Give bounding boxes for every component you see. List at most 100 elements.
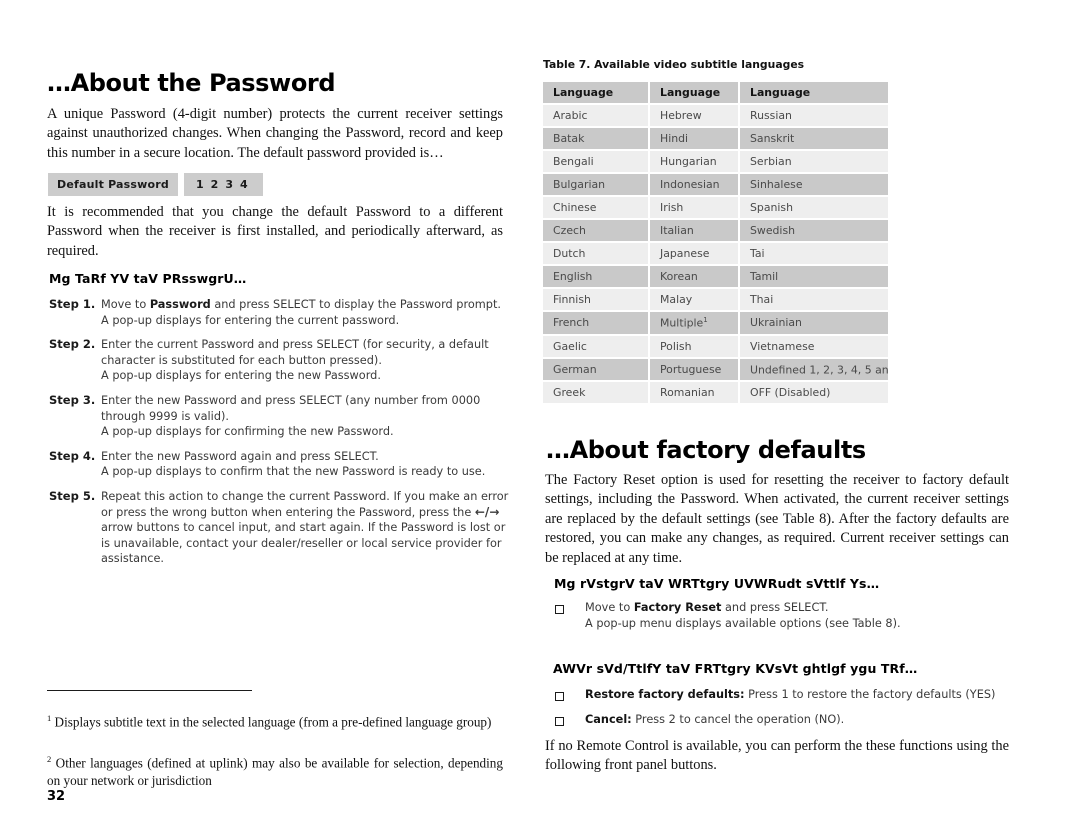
option-cancel-text: Cancel: Press 2 to cancel the operation … bbox=[585, 712, 1005, 731]
cell-language: Indonesian bbox=[650, 174, 738, 195]
step-5-label: Step 5. bbox=[49, 488, 96, 503]
option-restore-text: Restore factory defaults: Press 1 to res… bbox=[585, 687, 1005, 706]
step-2: Step 2. Enter the current Password and p… bbox=[49, 337, 509, 384]
table-row: Dutch Japanese Tai bbox=[543, 243, 888, 264]
cell-language-undefined: Undefined 1, 2, 3, 4, 5 and 62 bbox=[740, 358, 888, 381]
step-2-text: Enter the current Password and press SEL… bbox=[101, 338, 489, 367]
step-4-label: Step 4. bbox=[49, 448, 96, 463]
cell-language: Swedish bbox=[740, 220, 888, 241]
cell-language: Japanese bbox=[650, 243, 738, 264]
cell-language: Polish bbox=[650, 335, 738, 357]
language-table: Language Language Language Arabic Hebrew… bbox=[541, 80, 890, 405]
option-cancel: Cancel: Press 2 to cancel the operation … bbox=[555, 712, 1005, 731]
cell-language: Tamil bbox=[740, 266, 888, 287]
option-cancel-label: Cancel: bbox=[585, 713, 632, 726]
default-password-box: Default Password 1 2 3 4 bbox=[48, 173, 264, 196]
table-row: Greek Romanian OFF (Disabled) bbox=[543, 382, 888, 404]
page-number: 32 bbox=[47, 789, 66, 804]
cell-language: Vietnamese bbox=[740, 335, 888, 357]
cell-language: Gaelic bbox=[543, 335, 648, 357]
footnote-separator bbox=[47, 690, 252, 691]
cell-language: Hindi bbox=[650, 128, 738, 149]
cell-language: English bbox=[543, 266, 648, 287]
change-password-procedure-heading: Mg TaRf YV taV PRsswgrU… bbox=[49, 271, 247, 286]
column-header-language-3: Language bbox=[740, 82, 888, 103]
step-1: Step 1. Move to Password and press SELEC… bbox=[49, 297, 509, 328]
cell-language-multiple: Multiple1 bbox=[650, 312, 738, 334]
step-1-text-bold: Password bbox=[149, 298, 211, 311]
table-row: German Portuguese Undefined 1, 2, 3, 4, … bbox=[543, 358, 888, 381]
cell-language: OFF (Disabled) bbox=[740, 382, 888, 404]
restore-bullet-post: and press SELECT. bbox=[721, 601, 829, 614]
restore-defaults-heading: Mg rVstgrV taV WRTtgry UVWRudt sVttlf Ys… bbox=[554, 576, 880, 591]
restore-defaults-bullet: Move to Factory Reset and press SELECT. … bbox=[555, 600, 1005, 631]
cell-language: Irish bbox=[650, 197, 738, 218]
table-row: Czech Italian Swedish bbox=[543, 220, 888, 241]
password-intro-paragraph: A unique Password (4-digit number) prote… bbox=[47, 106, 503, 161]
default-password-value: 1 2 3 4 bbox=[184, 173, 264, 196]
restore-bullet-note: A pop-up menu displays available options… bbox=[585, 616, 901, 630]
cell-language: Chinese bbox=[543, 197, 648, 218]
step-4-text: Enter the new Password again and press S… bbox=[101, 449, 379, 463]
cell-language: Serbian bbox=[740, 151, 888, 172]
footnote-1-text: Displays subtitle text in the selected l… bbox=[54, 714, 492, 730]
cell-language: Sanskrit bbox=[740, 128, 888, 149]
table-row: Chinese Irish Spanish bbox=[543, 197, 888, 218]
section-title-about-factory-defaults: …About factory defaults bbox=[546, 436, 866, 464]
footnote-2: 2 Other languages (defined at uplink) ma… bbox=[47, 751, 503, 790]
table-row: Gaelic Polish Vietnamese bbox=[543, 335, 888, 357]
cell-language: Dutch bbox=[543, 243, 648, 264]
cell-language: French bbox=[543, 312, 648, 334]
step-3-text: Enter the new Password and press SELECT … bbox=[101, 393, 481, 423]
table-body: Arabic Hebrew Russian Batak Hindi Sanskr… bbox=[543, 105, 888, 404]
table-header-row: Language Language Language bbox=[543, 82, 888, 103]
bullet-square-icon bbox=[555, 687, 585, 706]
step-2-label: Step 2. bbox=[49, 337, 96, 352]
closing-paragraph: If no Remote Control is available, you c… bbox=[545, 738, 1009, 774]
column-header-language-1: Language bbox=[543, 82, 648, 103]
right-column: Table 7. Available video subtitle langua… bbox=[543, 0, 1013, 834]
page-title-about-password: …About the Password bbox=[47, 69, 336, 97]
step-5-text-pre: Repeat this action to change the current… bbox=[101, 489, 509, 519]
step-3-label: Step 3. bbox=[49, 392, 96, 407]
cell-language: Tai bbox=[740, 243, 888, 264]
cell-language: Bulgarian bbox=[543, 174, 648, 195]
left-right-arrow-icon: ←/→ bbox=[474, 504, 500, 519]
cell-language: Ukrainian bbox=[740, 312, 888, 334]
cell-language: Finnish bbox=[543, 289, 648, 310]
step-5-body: Repeat this action to change the current… bbox=[101, 489, 509, 567]
option-restore-desc: Press 1 to restore the factory defaults … bbox=[744, 688, 996, 701]
table-row: English Korean Tamil bbox=[543, 266, 888, 287]
step-1-note: A pop-up displays for entering the curre… bbox=[101, 313, 400, 327]
cell-language: Greek bbox=[543, 382, 648, 404]
footnote-2-marker: 2 bbox=[47, 754, 52, 764]
step-5-text-post: arrow buttons to cancel input, and start… bbox=[101, 521, 506, 566]
restore-defaults-bullet-text: Move to Factory Reset and press SELECT. … bbox=[585, 600, 1005, 631]
step-4-body: Enter the new Password again and press S… bbox=[101, 449, 509, 480]
footnote-1-marker: 1 bbox=[47, 713, 52, 723]
step-2-note: A pop-up displays for entering the new P… bbox=[101, 369, 381, 383]
step-3-note: A pop-up displays for confirming the new… bbox=[101, 425, 394, 439]
footnote-1: 1 Displays subtitle text in the selected… bbox=[47, 710, 503, 731]
table-row: Finnish Malay Thai bbox=[543, 289, 888, 310]
step-3: Step 3. Enter the new Password and press… bbox=[49, 393, 509, 440]
cell-language: Sinhalese bbox=[740, 174, 888, 195]
cell-language: Hungarian bbox=[650, 151, 738, 172]
step-1-body: Move to Password and press SELECT to dis… bbox=[101, 297, 509, 328]
step-4-note: A pop-up displays to confirm that the ne… bbox=[101, 465, 486, 479]
default-password-label: Default Password bbox=[48, 173, 178, 196]
step-4: Step 4. Enter the new Password again and… bbox=[49, 449, 509, 480]
step-1-label: Step 1. bbox=[49, 297, 96, 311]
table-row: Bengali Hungarian Serbian bbox=[543, 151, 888, 172]
language-table-wrapper: Language Language Language Arabic Hebrew… bbox=[541, 80, 890, 405]
step-5: Step 5. Repeat this action to change the… bbox=[49, 489, 509, 567]
table-row: French Multiple1 Ukrainian bbox=[543, 312, 888, 334]
cell-text: Multiple bbox=[660, 316, 704, 330]
cell-language: Portuguese bbox=[650, 358, 738, 381]
table-row: Bulgarian Indonesian Sinhalese bbox=[543, 174, 888, 195]
cell-language: Czech bbox=[543, 220, 648, 241]
step-1-text-pre: Move to bbox=[101, 298, 150, 311]
bullet-square-icon bbox=[555, 712, 585, 731]
footnote-2-text: Other languages (defined at uplink) may … bbox=[47, 755, 503, 788]
cell-language: Russian bbox=[740, 105, 888, 126]
